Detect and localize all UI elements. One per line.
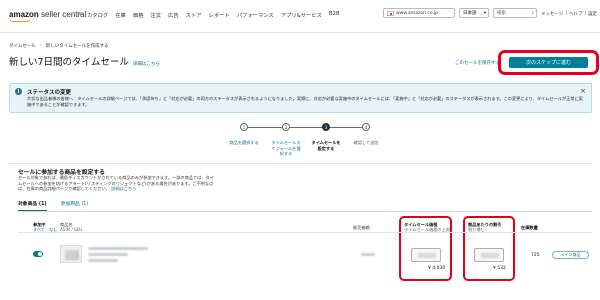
step-connector: [288, 127, 325, 128]
marketplace-selector[interactable]: www.amazon.co.jp: [383, 8, 455, 18]
step-2-label[interactable]: タイムセールス ケジュールを選 択する: [264, 140, 308, 157]
logo-smile-icon: [9, 18, 31, 22]
search-placeholder: 検索: [497, 11, 506, 16]
section-description: セール対象であれば、最低ディスカウントがされている商品のみが参加できます。一部の…: [18, 175, 218, 192]
nav-item-apps[interactable]: アプリ&サービス: [281, 11, 322, 19]
menu-icon[interactable]: P: [77, 11, 81, 19]
tab-eligible-label: 対象商品: [18, 202, 38, 207]
info-banner: i ステータスの変更 大切な出品者様の皆様へ：タイムセールの詳細ページでは、「承…: [9, 83, 592, 113]
chevron-down-icon: ▾: [483, 10, 486, 16]
highlight-box-next: 次のステップに進む: [498, 50, 599, 75]
japan-flag-icon: [387, 10, 394, 16]
step-1-dot[interactable]: 1: [240, 123, 248, 131]
step-3-label: タイムセールを 設定する: [311, 140, 341, 151]
header-divider: [18, 232, 592, 233]
page-title: 新しい7日間のタイムセール 詳細はこちら: [9, 54, 160, 68]
main-nav: カタログ 在庫 価格 注文 広告 ストア レポート パフォーマンス アプリ&サー…: [87, 11, 340, 19]
quantity-value: 725: [531, 253, 540, 258]
per-item-discount-input[interactable]: [474, 248, 504, 262]
tab-participating[interactable]: 参加商品 (1): [61, 200, 89, 211]
learn-more-link[interactable]: 詳細はこちら: [133, 62, 160, 67]
column-header-current-price: 販売価格: [353, 225, 370, 230]
participate-toggle[interactable]: [33, 251, 43, 257]
step-4-dot: 4: [362, 123, 370, 131]
column-header-per-item-discount: 商品あたりの割引 割り増し: [468, 222, 502, 232]
divider: |: [584, 11, 586, 16]
breadcrumb-create-deal: 新しいタイムセールを作成する: [45, 44, 109, 49]
discount-value-redacted: [481, 253, 499, 258]
chevron-right-icon: ›: [39, 43, 42, 48]
nav-item-stores[interactable]: ストア: [186, 11, 202, 19]
deal-price-input[interactable]: [411, 248, 441, 262]
tab-participating-label: 参加商品: [60, 202, 80, 207]
top-links: メッセージ | ヘルプ | 設定: [541, 11, 597, 17]
step-4-label: 確認して送信: [353, 140, 379, 145]
current-price-redacted: [361, 253, 375, 256]
per-item-discount-max: ¥ 532: [493, 266, 506, 271]
details-link[interactable]: 詳細はこちら: [111, 186, 136, 191]
language-selector[interactable]: 日本語 ▾: [459, 8, 489, 18]
search-input[interactable]: 検索 ⌕: [493, 8, 537, 18]
marketplace-label: www.amazon.co.jp: [396, 10, 439, 16]
product-image: [65, 250, 79, 260]
help-link[interactable]: ヘルプ: [569, 11, 583, 17]
seller-central-logo[interactable]: amazon seller central: [9, 10, 86, 22]
banner-text: 大切な出品者様の皆様へ：タイムセールの詳細ページでは、「承認待ち」と「対応が必要…: [27, 96, 583, 107]
settings-link[interactable]: 設定: [588, 11, 597, 17]
nav-item-pricing[interactable]: 価格: [133, 11, 144, 19]
product-name-redacted: [88, 247, 148, 250]
asin-redacted: [88, 259, 118, 262]
nav-item-b2b[interactable]: B2B: [329, 11, 340, 19]
info-icon: i: [15, 88, 22, 95]
column-header-participate: 参加中 すべて · なし: [33, 222, 58, 232]
nav-item-reports[interactable]: レポート: [209, 11, 230, 19]
nav-item-performance[interactable]: パフォーマンス: [237, 11, 274, 19]
nav-item-orders[interactable]: 注文: [150, 11, 161, 19]
product-name-redacted: [88, 253, 128, 256]
column-header-product: 商品名 ASIN / SKU: [60, 222, 82, 232]
tab-participating-count: (1): [81, 202, 89, 207]
top-navigation-bar: amazon seller central P カタログ 在庫 価格 注文 広告…: [0, 0, 600, 33]
nav-item-catalog[interactable]: カタログ: [87, 11, 108, 19]
step-3-dot: 3: [322, 123, 330, 131]
tab-eligible[interactable]: 対象商品 (1): [18, 200, 47, 211]
column-header-quantity: 在庫数量: [521, 225, 538, 230]
status-badge: メイン商品: [552, 251, 589, 259]
next-step-button[interactable]: 次のステップに進む: [509, 57, 588, 68]
column-header-deal-price: タイムセール価格 タイムセール価格の上限: [404, 222, 450, 232]
step-1-label[interactable]: 商品を選択する: [222, 140, 266, 146]
close-icon[interactable]: ×: [580, 87, 586, 95]
tab-divider: [18, 211, 592, 212]
breadcrumb: タイムセール › 新しいタイムセールを作成する: [9, 43, 109, 49]
deal-price-value-redacted: [418, 253, 436, 258]
save-deal-link[interactable]: このセールを保存する: [455, 60, 500, 66]
product-tabs: 対象商品 (1) 参加商品 (1): [18, 200, 88, 211]
nav-item-inventory[interactable]: 在庫: [115, 11, 126, 19]
step-2-dot[interactable]: 2: [282, 123, 290, 131]
messages-link[interactable]: メッセージ: [541, 11, 563, 17]
step-connector: [246, 127, 283, 128]
language-label: 日本語: [463, 11, 477, 16]
banner-title: ステータスの変更: [27, 90, 72, 96]
deal-price-max: ¥ 4,030: [428, 266, 446, 271]
nav-item-advertising[interactable]: 広告: [168, 11, 179, 19]
search-icon: ⌕: [531, 11, 534, 16]
page-title-text: 新しい7日間のタイムセール: [9, 57, 129, 68]
divider: |: [565, 11, 567, 16]
tab-eligible-count: (1): [38, 202, 47, 207]
product-thumbnail: [60, 245, 82, 263]
breadcrumb-deals[interactable]: タイムセール: [9, 43, 36, 49]
